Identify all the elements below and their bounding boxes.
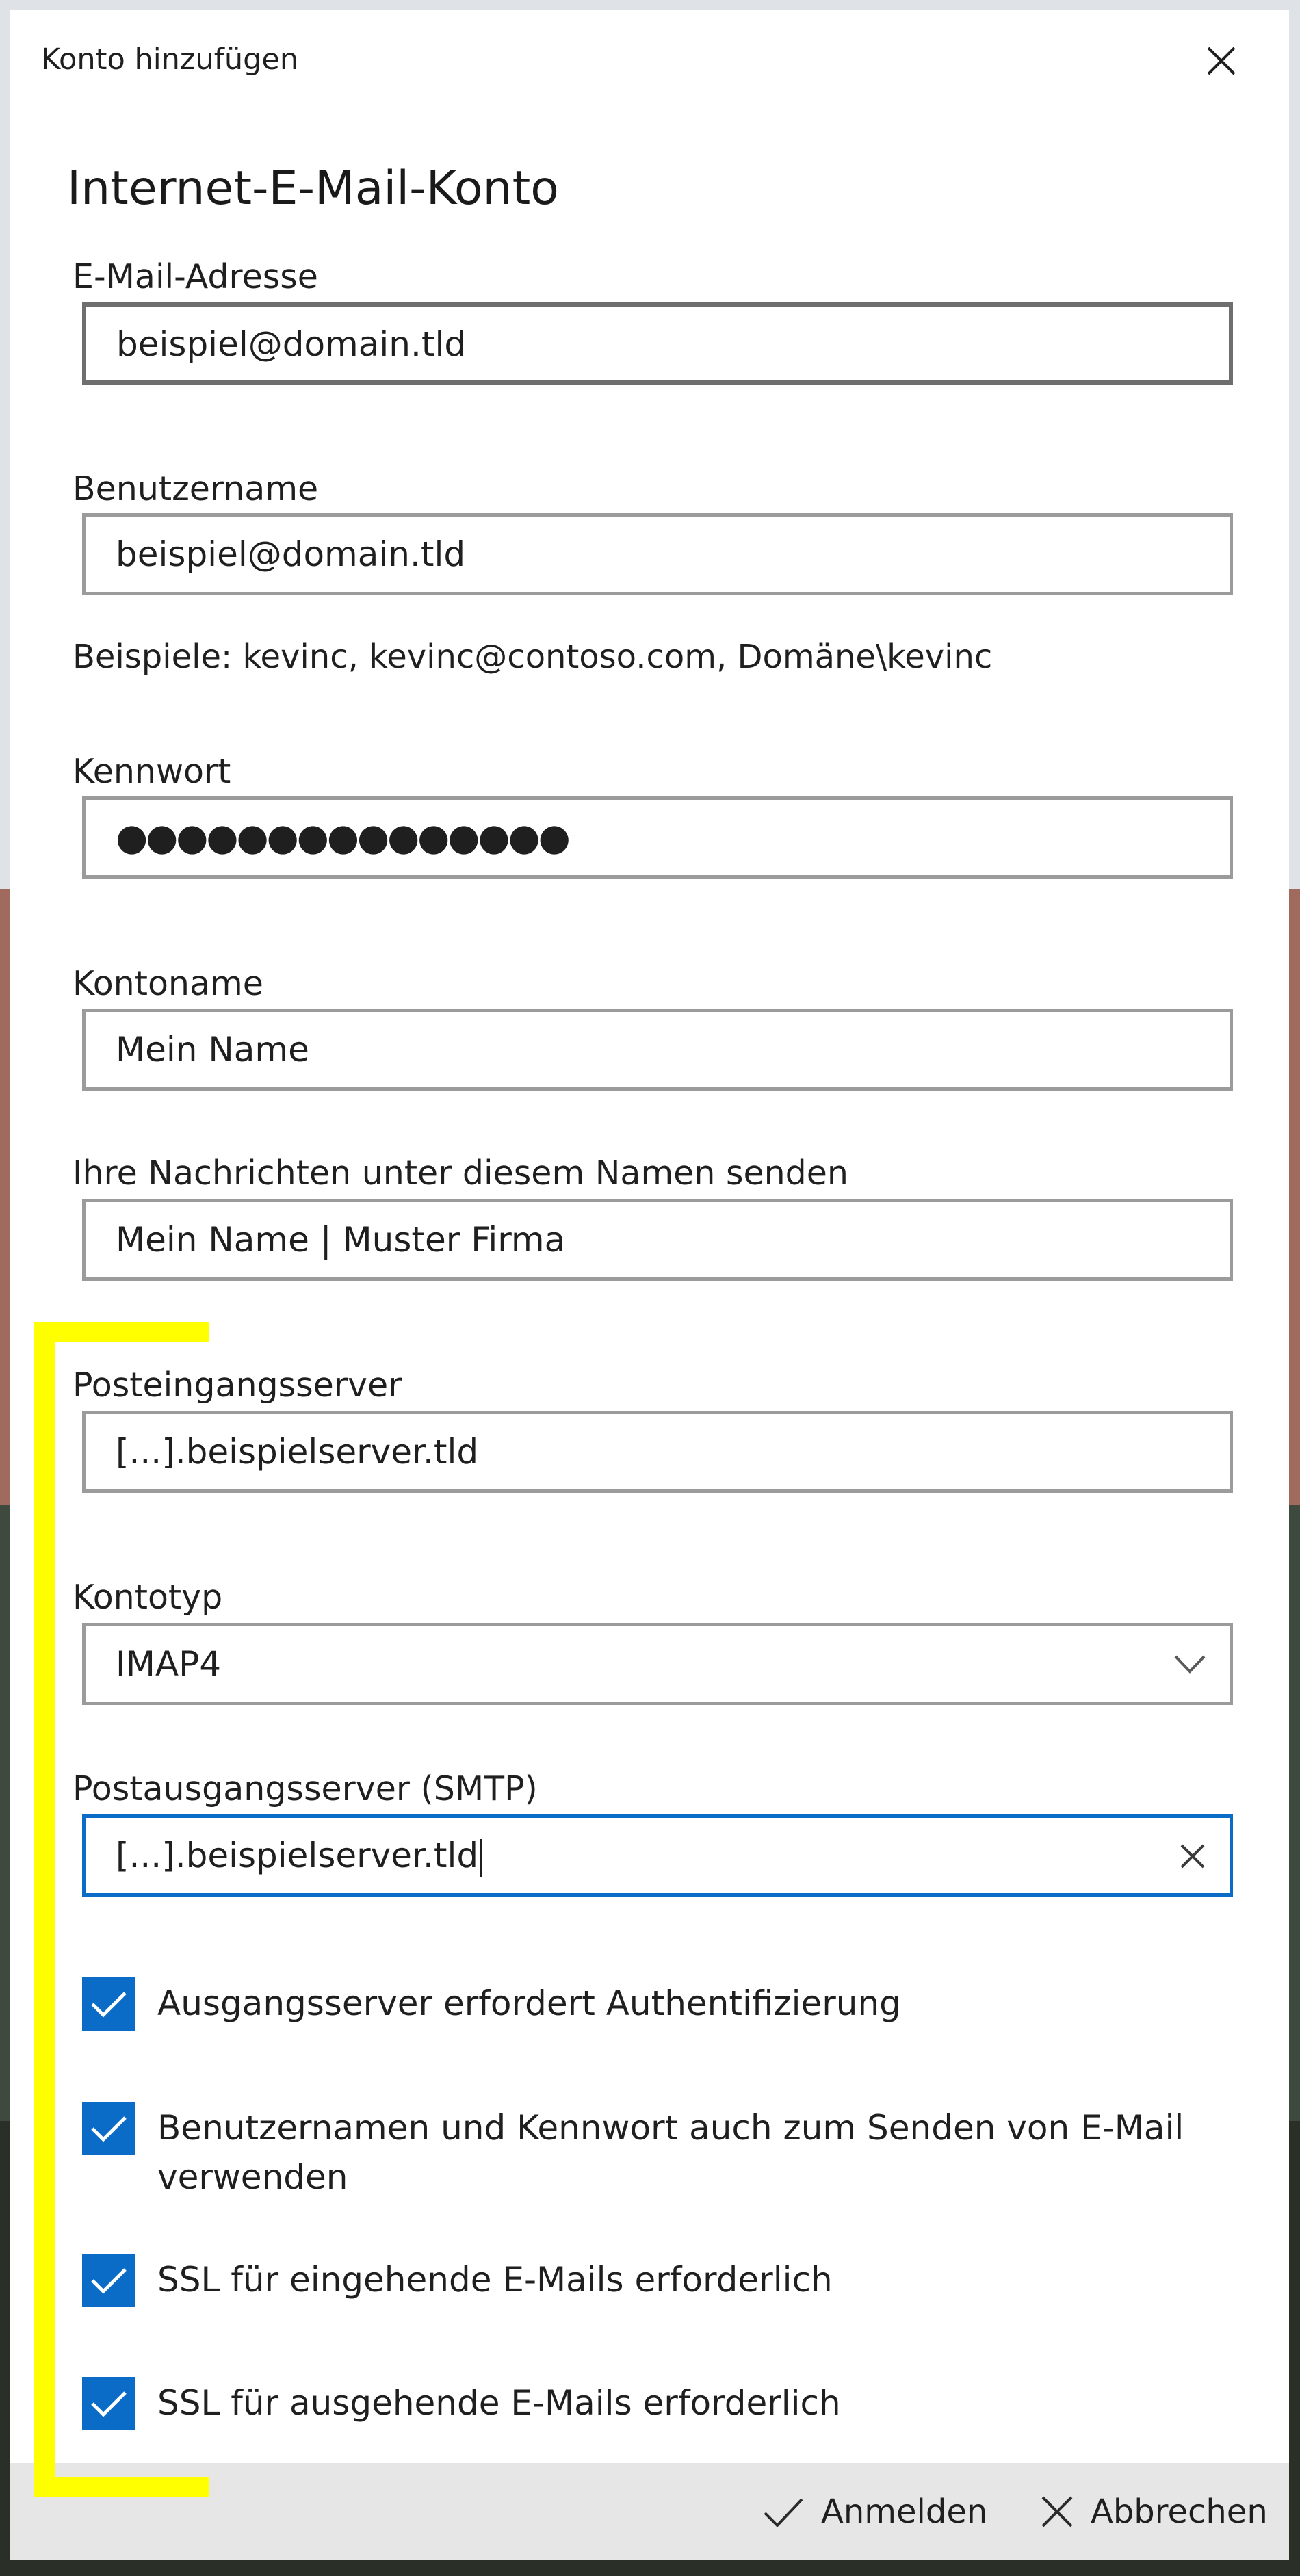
username-label: Benutzername: [73, 469, 319, 508]
username-value: beispiel@domain.tld: [116, 534, 466, 574]
checkbox-row-ssl-out[interactable]: SSL für ausgehende E-Mails erforderlich: [82, 2377, 1245, 2438]
incoming-server-field[interactable]: [...].beispielserver.tld: [82, 1411, 1233, 1493]
ssl-outgoing-checkbox-label: SSL für ausgehende E-Mails erforderlich: [157, 2383, 841, 2423]
send-name-label: Ihre Nachrichten unter diesem Namen send…: [73, 1154, 848, 1193]
text-caret: [480, 1838, 482, 1877]
cancel-button[interactable]: Abbrechen: [1040, 2463, 1268, 2560]
checkmark-icon: [764, 2498, 803, 2527]
close-button[interactable]: [1197, 37, 1245, 85]
cancel-icon: [1041, 2496, 1073, 2527]
ssl-incoming-checkbox[interactable]: [82, 2254, 135, 2307]
chevron-down-icon: [1174, 1655, 1206, 1674]
password-label: Kennwort: [73, 752, 231, 791]
checkmark-icon: [91, 1992, 127, 2018]
highlight-bracket-bottom: [34, 2477, 209, 2497]
send-name-value: Mein Name | Muster Firma: [116, 1220, 566, 1260]
credentials-checkbox[interactable]: [82, 2102, 135, 2155]
email-value: beispiel@domain.tld: [116, 324, 467, 364]
password-value: ●●●●●●●●●●●●●●●: [116, 816, 571, 859]
window-title: Konto hinzufügen: [41, 42, 299, 77]
email-label: E-Mail-Adresse: [73, 257, 318, 296]
incoming-server-label: Posteingangsserver: [73, 1366, 402, 1405]
account-type-label: Kontotyp: [73, 1578, 223, 1617]
checkbox-row-credentials[interactable]: Benutzernamen und Kennwort auch zum Send…: [82, 2102, 1245, 2211]
outgoing-server-text: [...].beispielserver.tld: [116, 1818, 482, 1893]
page-heading: Internet-E-Mail-Konto: [67, 161, 559, 216]
close-icon: [1207, 47, 1236, 75]
username-hint: Beispiele: kevinc, kevinc@contoso.com, D…: [73, 638, 993, 676]
highlight-bracket-top: [34, 1322, 209, 1342]
auth-checkbox-label: Ausgangsserver erfordert Authentifizieru…: [157, 1983, 901, 2023]
email-field[interactable]: beispiel@domain.tld: [82, 302, 1233, 385]
send-name-field[interactable]: Mein Name | Muster Firma: [82, 1199, 1233, 1281]
auth-checkbox[interactable]: [82, 1977, 135, 2031]
ssl-incoming-checkbox-label: SSL für eingehende E-Mails erforderlich: [157, 2260, 833, 2300]
account-type-value: IMAP4: [116, 1644, 222, 1684]
sign-in-label: Anmelden: [821, 2493, 988, 2531]
clear-button[interactable]: [1173, 1837, 1212, 1875]
highlight-bracket: [34, 1322, 55, 2497]
checkbox-row-auth[interactable]: Ausgangsserver erfordert Authentifizieru…: [82, 1977, 1245, 2039]
account-name-value: Mein Name: [116, 1030, 309, 1069]
clear-icon: [1180, 1844, 1205, 1869]
account-type-select[interactable]: IMAP4: [82, 1623, 1233, 1705]
checkmark-icon: [91, 2116, 127, 2142]
checkmark-icon: [91, 2268, 127, 2294]
incoming-server-value: [...].beispielserver.tld: [116, 1432, 479, 1472]
outgoing-server-label: Postausgangsserver (SMTP): [73, 1769, 538, 1808]
account-name-field[interactable]: Mein Name: [82, 1009, 1233, 1091]
checkmark-icon: [91, 2391, 127, 2417]
title-bar: Konto hinzufügen: [10, 10, 1289, 95]
outgoing-server-value: [...].beispielserver.tld: [116, 1836, 479, 1875]
outgoing-server-field[interactable]: [...].beispielserver.tld: [82, 1814, 1233, 1897]
sign-in-button[interactable]: Anmelden: [762, 2463, 987, 2560]
account-name-label: Kontoname: [73, 964, 263, 1003]
cancel-label: Abbrechen: [1091, 2493, 1268, 2531]
checkbox-row-ssl-in[interactable]: SSL für eingehende E-Mails erforderlich: [82, 2254, 1245, 2315]
add-account-dialog: Konto hinzufügen Internet-E-Mail-Konto E…: [10, 10, 1289, 2560]
credentials-checkbox-label: Benutzernamen und Kennwort auch zum Send…: [157, 2108, 1184, 2197]
ssl-outgoing-checkbox[interactable]: [82, 2377, 135, 2430]
password-field[interactable]: ●●●●●●●●●●●●●●●: [82, 796, 1233, 879]
username-field[interactable]: beispiel@domain.tld: [82, 513, 1233, 595]
